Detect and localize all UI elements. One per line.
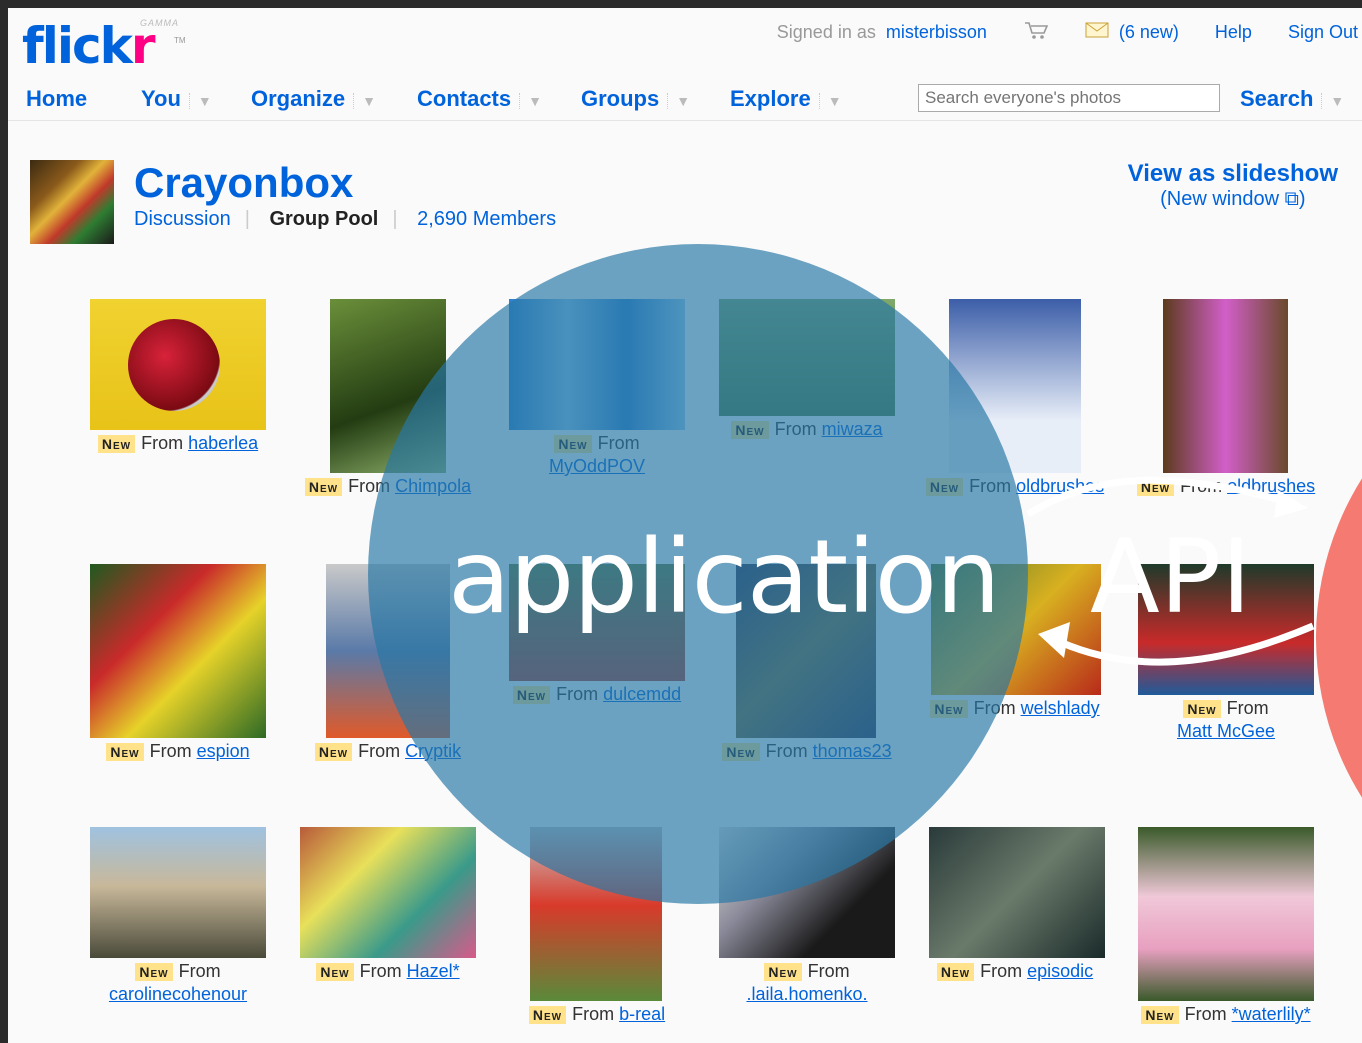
flickr-page: flickr GAMMA TM Signed in as misterbisso… bbox=[8, 8, 1362, 1043]
arrow-request bbox=[1026, 476, 1289, 518]
arrow-head-right bbox=[1274, 490, 1308, 518]
api-label: API bbox=[1090, 518, 1252, 637]
arrow-head-left bbox=[1038, 622, 1070, 658]
application-label: application bbox=[448, 518, 1001, 637]
